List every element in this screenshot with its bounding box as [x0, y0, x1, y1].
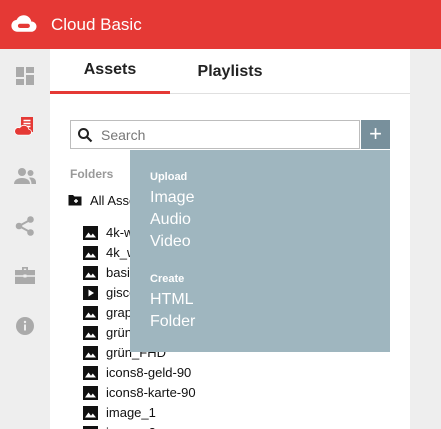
asset-name: icons8-karte-90 — [106, 385, 196, 400]
asset-name: image_1 — [106, 405, 156, 420]
top-bar: Cloud Basic — [0, 0, 441, 49]
search-input[interactable] — [101, 123, 351, 147]
briefcase-icon — [15, 267, 35, 284]
list-item[interactable]: image_2 — [50, 423, 410, 429]
image-icon — [83, 366, 98, 380]
tab-bar: Assets Playlists — [50, 49, 410, 94]
assets-icon — [14, 117, 33, 136]
play-icon — [83, 286, 98, 300]
search-box — [70, 120, 360, 149]
info-icon — [16, 317, 34, 335]
image-icon — [83, 246, 98, 260]
sidebar-item-info[interactable] — [0, 301, 50, 351]
image-icon — [83, 226, 98, 240]
upload-heading: Upload — [150, 171, 188, 183]
sidebar-item-users[interactable] — [0, 151, 50, 201]
list-item[interactable]: image_1 — [50, 403, 410, 423]
tab-assets[interactable]: Assets — [50, 49, 170, 94]
sidebar-item-briefcase[interactable] — [0, 251, 50, 301]
share-icon — [15, 216, 34, 236]
create-html-item[interactable]: HTML — [150, 291, 194, 309]
sidebar-item-share[interactable] — [0, 201, 50, 251]
add-menu: Upload Image Audio Video Create HTML Fol… — [130, 150, 390, 352]
upload-video-item[interactable]: Video — [150, 233, 191, 251]
image-icon — [83, 406, 98, 420]
asset-name: icons8-geld-90 — [106, 365, 192, 380]
image-icon — [83, 386, 98, 400]
upload-image-item[interactable]: Image — [150, 189, 194, 207]
create-heading: Create — [150, 273, 185, 285]
users-icon — [14, 168, 36, 184]
create-folder-item[interactable]: Folder — [150, 313, 195, 331]
image-icon — [83, 306, 98, 320]
sidebar — [0, 49, 50, 429]
sidebar-item-assets[interactable] — [0, 101, 50, 151]
right-gutter — [410, 49, 441, 429]
list-item[interactable]: icons8-karte-90 — [50, 383, 410, 403]
tab-playlists[interactable]: Playlists — [170, 49, 290, 94]
image-icon — [83, 346, 98, 360]
assets-panel: Assets Playlists + Folders All Assets 4k… — [50, 49, 410, 429]
folders-heading: Folders — [70, 167, 114, 181]
dashboard-icon — [16, 67, 34, 85]
image-icon — [83, 266, 98, 280]
sidebar-item-dashboard[interactable] — [0, 51, 50, 101]
asset-name: grün — [106, 325, 133, 340]
asset-name: image_2 — [106, 425, 156, 429]
upload-audio-item[interactable]: Audio — [150, 211, 191, 229]
list-item[interactable]: icons8-geld-90 — [50, 363, 410, 383]
app-title: Cloud Basic — [51, 15, 142, 34]
add-button[interactable]: + — [361, 120, 390, 149]
search-icon — [78, 128, 93, 143]
image-icon — [83, 326, 98, 340]
cloud-icon[interactable] — [11, 14, 37, 34]
folder-plus-icon — [68, 195, 82, 206]
